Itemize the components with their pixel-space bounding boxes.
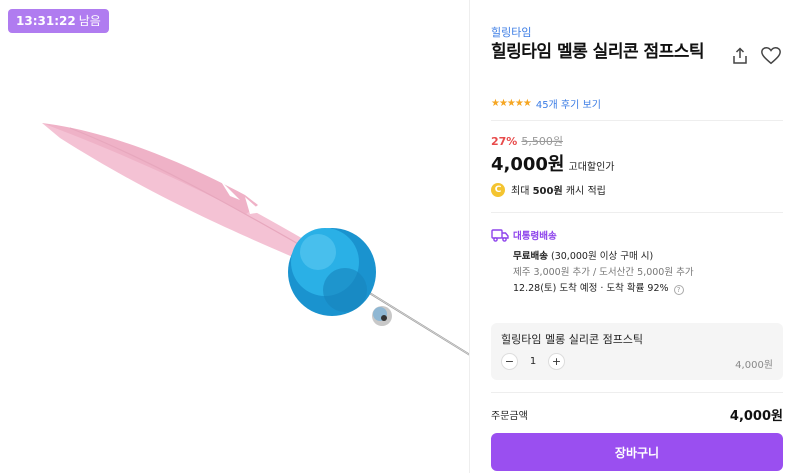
- price-note: 고대할인가: [568, 162, 615, 173]
- truck-icon: [491, 229, 509, 242]
- decrease-quantity-button[interactable]: −: [501, 353, 518, 370]
- free-shipping-label: 무료배송: [513, 251, 548, 262]
- product-info-pane: 힐링타임 힐링타임 멜롱 실리콘 점프스틱 ★★★★★ 45개 후기 보기 27…: [471, 0, 800, 473]
- product-image-pane: 13:31:22 남음: [0, 0, 470, 473]
- heart-icon: [761, 47, 781, 65]
- divider: [491, 120, 783, 121]
- discount-rate: 27%: [491, 134, 518, 148]
- pompom: [288, 228, 376, 316]
- sale-price: 4,000원: [491, 154, 565, 175]
- quantity-stepper: − 1 +: [501, 353, 565, 370]
- rating-stars: ★★★★★: [491, 98, 532, 109]
- time-remaining-badge: 13:31:22 남음: [8, 9, 109, 33]
- total-value: 4,000원: [729, 409, 783, 424]
- add-to-cart-button[interactable]: 장바구니: [491, 433, 783, 471]
- coin-icon: C: [491, 182, 505, 197]
- cash-text: 최대 500원 캐시 적립: [511, 182, 606, 197]
- option-price: 4,000원: [735, 360, 773, 371]
- free-shipping-condition: (30,000원 이상 구매 시): [551, 251, 654, 262]
- cash-reward-row: C 최대 500원 캐시 적립: [491, 182, 606, 197]
- total-label: 주문금액: [491, 411, 528, 422]
- divider: [491, 212, 783, 213]
- option-name: 힐링타임 멜롱 실리콘 점프스틱: [501, 333, 644, 346]
- product-title: 힐링타임 멜롱 실리콘 점프스틱: [491, 42, 705, 62]
- cash-prefix: 최대: [511, 186, 530, 197]
- eta-line: 12.28(토) 도착 예정 · 도착 확률 92% ?: [491, 281, 783, 297]
- shipping-info: 대통령배송 무료배송 (30,000원 이상 구매 시) 제주 3,000원 추…: [491, 228, 783, 297]
- brand-link[interactable]: 힐링타임: [491, 24, 531, 40]
- discount-row: 27% 5,500원: [491, 133, 563, 149]
- product-image: [42, 123, 469, 356]
- shipping-type: 대통령배송: [491, 228, 783, 242]
- price-row: 4,000원 고대할인가: [491, 150, 615, 176]
- free-shipping-line: 무료배송 (30,000원 이상 구매 시): [491, 249, 783, 265]
- selected-option: 힐링타임 멜롱 실리콘 점프스틱 − 1 + 4,000원: [491, 323, 783, 380]
- rating-row: ★★★★★ 45개 후기 보기: [491, 96, 601, 111]
- wishlist-button[interactable]: [759, 44, 783, 68]
- shipping-type-label: 대통령배송: [513, 231, 557, 242]
- timer-time: 13:31:22: [16, 14, 76, 28]
- divider: [491, 392, 783, 393]
- review-link[interactable]: 45개 후기 보기: [536, 96, 601, 111]
- order-total-row: 주문금액 4,000원: [491, 405, 783, 424]
- cash-amount: 500원: [532, 186, 563, 197]
- quantity-value[interactable]: 1: [518, 356, 548, 367]
- eta-text: 12.28(토) 도착 예정 · 도착 확률 92%: [513, 283, 669, 294]
- help-icon[interactable]: ?: [673, 285, 684, 295]
- original-price: 5,500원: [521, 135, 563, 148]
- share-button[interactable]: [728, 44, 752, 68]
- extra-fee-line: 제주 3,000원 추가 / 도서산간 5,000원 추가: [513, 267, 694, 278]
- timer-suffix: 남음: [78, 14, 101, 28]
- cash-suffix: 캐시 적립: [565, 186, 606, 197]
- increase-quantity-button[interactable]: +: [548, 353, 565, 370]
- share-icon: [733, 47, 747, 64]
